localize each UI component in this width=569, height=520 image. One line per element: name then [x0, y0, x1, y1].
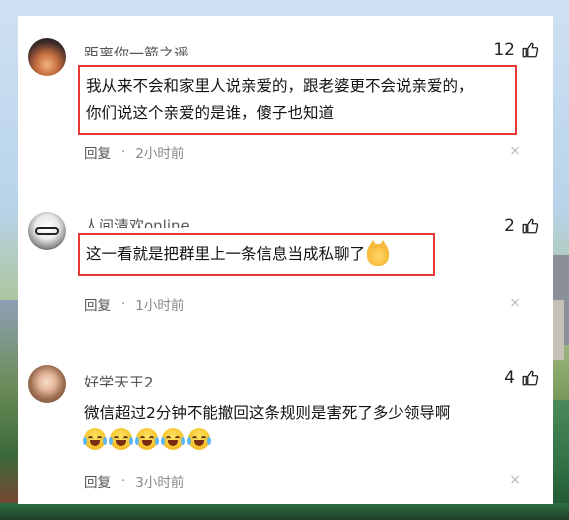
- comment-text-line: 我从来不会和家里人说亲爱的，跟老婆更不会说亲爱的，: [86, 77, 474, 95]
- avatar[interactable]: [28, 38, 66, 76]
- thumbs-up-icon: [522, 370, 539, 386]
- glasses-graphic: [35, 227, 59, 235]
- laughing-tears-emoji: [187, 428, 211, 450]
- background-field: [552, 400, 569, 520]
- comment-username[interactable]: 人间清欢online: [84, 216, 190, 228]
- like-count: 2: [504, 216, 515, 236]
- laughing-tears-emoji: [83, 428, 107, 450]
- reply-button[interactable]: 回复: [84, 471, 111, 491]
- comment-text-line: 你们说这个亲爱的是谁，傻子也知道: [86, 104, 335, 122]
- highlighted-comment-text: 这一看就是把群里上一条信息当成私聊了: [78, 233, 435, 276]
- laughing-tears-emoji: [161, 428, 185, 450]
- comment-meta: 回复 · 2小时前: [84, 142, 184, 162]
- comment-meta: 回复 · 1小时前: [84, 294, 184, 314]
- laughing-tears-emoji: [109, 428, 133, 450]
- comment-time: 2小时前: [135, 146, 185, 162]
- comment-time: 1小时前: [135, 298, 185, 314]
- thumbs-up-icon: [522, 218, 539, 234]
- grinning-cat-emoji: [367, 239, 390, 266]
- close-icon[interactable]: ×: [509, 143, 521, 159]
- avatar[interactable]: [28, 365, 66, 403]
- close-icon[interactable]: ×: [509, 295, 521, 311]
- comment-username[interactable]: 距离你一箭之遥: [84, 44, 189, 56]
- thumbs-up-icon: [522, 42, 539, 58]
- comment-time: 3小时前: [135, 475, 185, 491]
- meta-separator: ·: [121, 144, 126, 160]
- like-count: 12: [493, 40, 515, 60]
- comments-panel: 距离你一箭之遥 12 我从来不会和家里人说亲爱的，跟老婆更不会说亲爱的， 你们说…: [18, 16, 553, 504]
- background-left: [0, 300, 18, 520]
- emoji-row: [83, 428, 211, 450]
- meta-separator: ·: [121, 296, 126, 312]
- like-count: 4: [504, 368, 515, 388]
- laughing-tears-emoji: [135, 428, 159, 450]
- reply-button[interactable]: 回复: [84, 142, 111, 162]
- comment-text-line: 这一看就是把群里上一条信息当成私聊了: [86, 245, 366, 263]
- like-button[interactable]: 2: [504, 216, 539, 236]
- avatar[interactable]: [28, 212, 66, 250]
- reply-button[interactable]: 回复: [84, 294, 111, 314]
- highlighted-comment-text: 我从来不会和家里人说亲爱的，跟老婆更不会说亲爱的， 你们说这个亲爱的是谁，傻子也…: [78, 65, 517, 135]
- background-bottom: [0, 503, 569, 520]
- comment-text: 微信超过2分钟不能撤回这条规则是害死了多少领导啊: [84, 404, 451, 422]
- meta-separator: ·: [121, 473, 126, 489]
- close-icon[interactable]: ×: [509, 472, 521, 488]
- like-button[interactable]: 12: [493, 40, 539, 60]
- comment-meta: 回复 · 3小时前: [84, 471, 184, 491]
- comment-username[interactable]: 好学天王2: [84, 373, 154, 387]
- like-button[interactable]: 4: [504, 368, 539, 388]
